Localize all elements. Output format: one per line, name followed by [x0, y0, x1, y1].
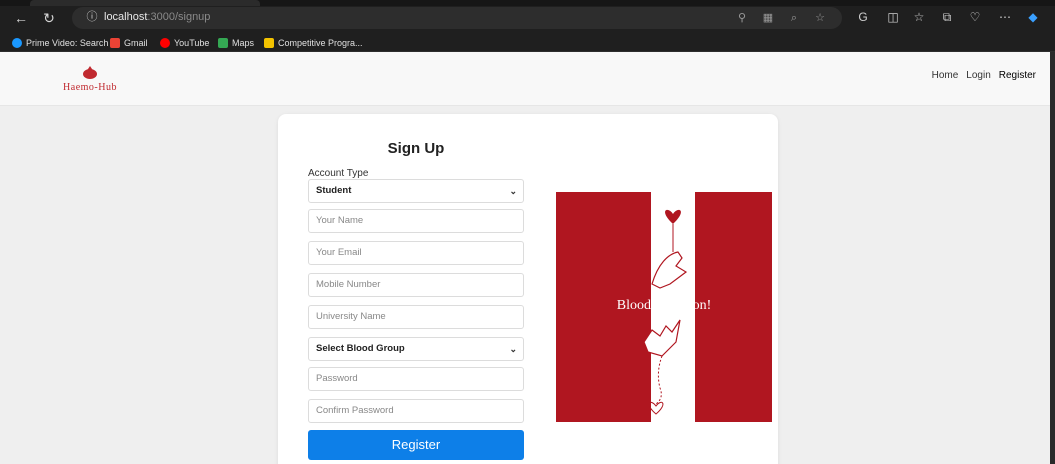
email-input[interactable]: Your Email [308, 241, 524, 265]
reload-icon[interactable]: ↻ [40, 9, 58, 27]
password-input[interactable]: Password [308, 367, 524, 391]
zoom-icon[interactable]: ⌕ [786, 10, 802, 26]
chevron-down-icon: ⌄ [509, 344, 517, 354]
prime-video-icon [12, 38, 22, 48]
split-screen-icon[interactable]: ◫ [884, 8, 902, 26]
mobile-input[interactable]: Mobile Number [308, 273, 524, 297]
confirm-password-input[interactable]: Confirm Password [308, 399, 524, 423]
university-input[interactable]: University Name [308, 305, 524, 329]
account-type-value: Student [316, 185, 352, 196]
nav-login-link[interactable]: Login [966, 70, 990, 81]
collections-icon[interactable]: ⧉ [938, 8, 956, 26]
nav-register-link[interactable]: Register [999, 70, 1036, 81]
edge-sidebar-icon[interactable]: ◆ [1024, 8, 1042, 26]
more-menu-icon[interactable]: ⋯ [996, 8, 1014, 26]
poster-caption: Blood Donation! [616, 298, 712, 313]
youtube-icon [160, 38, 170, 48]
name-input[interactable]: Your Name [308, 209, 524, 233]
gmail-icon [110, 38, 120, 48]
browser-essentials-icon[interactable]: ♡ [966, 8, 984, 26]
key-icon[interactable]: ⚲ [734, 10, 750, 26]
scrollbar[interactable] [1050, 52, 1055, 464]
page-title: Sign Up [387, 140, 445, 157]
blood-donation-poster: Blood Donation! [556, 192, 772, 422]
browser-toolbar: ← ↻ ⓘ localhost:3000/signup ⚲ ▦ ⌕ ☆ G ◫ … [0, 0, 1055, 34]
back-arrow-icon[interactable]: ← [12, 9, 30, 27]
bookmark-competitive-programming[interactable]: Competitive Progra... [264, 36, 363, 50]
logo-text: Haemo-Hub [63, 82, 117, 93]
signup-card: Sign Up Account Type Student ⌄ Your Name… [278, 114, 778, 464]
info-icon[interactable]: ⓘ [84, 9, 100, 25]
blood-drop-icon [83, 66, 97, 79]
bookmark-maps[interactable]: Maps [218, 36, 254, 50]
nav-home-link[interactable]: Home [932, 70, 959, 81]
chevron-down-icon: ⌄ [509, 186, 517, 196]
bookmark-prime-video[interactable]: Prime Video: Search [12, 36, 108, 50]
blood-group-value: Select Blood Group [316, 343, 405, 354]
bookmark-gmail[interactable]: Gmail [110, 36, 148, 50]
site-navbar: Haemo-Hub Home Login Register [0, 52, 1050, 106]
favorite-star-icon[interactable]: ☆ [812, 10, 828, 26]
bookmarks-bar: Prime Video: Search Gmail YouTube Maps C… [0, 34, 1055, 52]
nav-links: Home Login Register [932, 70, 1036, 81]
competitive-programming-icon [264, 38, 274, 48]
url-text[interactable]: localhost:3000/signup [104, 11, 210, 23]
grid-icon[interactable]: ▦ [760, 10, 776, 26]
account-type-select[interactable]: Student ⌄ [308, 179, 524, 203]
copilot-icon[interactable]: G [854, 8, 872, 26]
favorites-icon[interactable]: ☆ [910, 8, 928, 26]
bookmark-youtube[interactable]: YouTube [160, 36, 209, 50]
address-bar[interactable]: ⓘ localhost:3000/signup ⚲ ▦ ⌕ ☆ [72, 7, 842, 29]
active-tab[interactable] [30, 0, 260, 6]
maps-icon [218, 38, 228, 48]
page: Haemo-Hub Home Login Register Sign Up Ac… [0, 52, 1050, 464]
site-logo[interactable]: Haemo-Hub [40, 64, 140, 96]
account-type-label: Account Type [308, 168, 369, 179]
blood-group-select[interactable]: Select Blood Group ⌄ [308, 337, 524, 361]
tab-strip [0, 0, 1055, 6]
register-button[interactable]: Register [308, 430, 524, 460]
